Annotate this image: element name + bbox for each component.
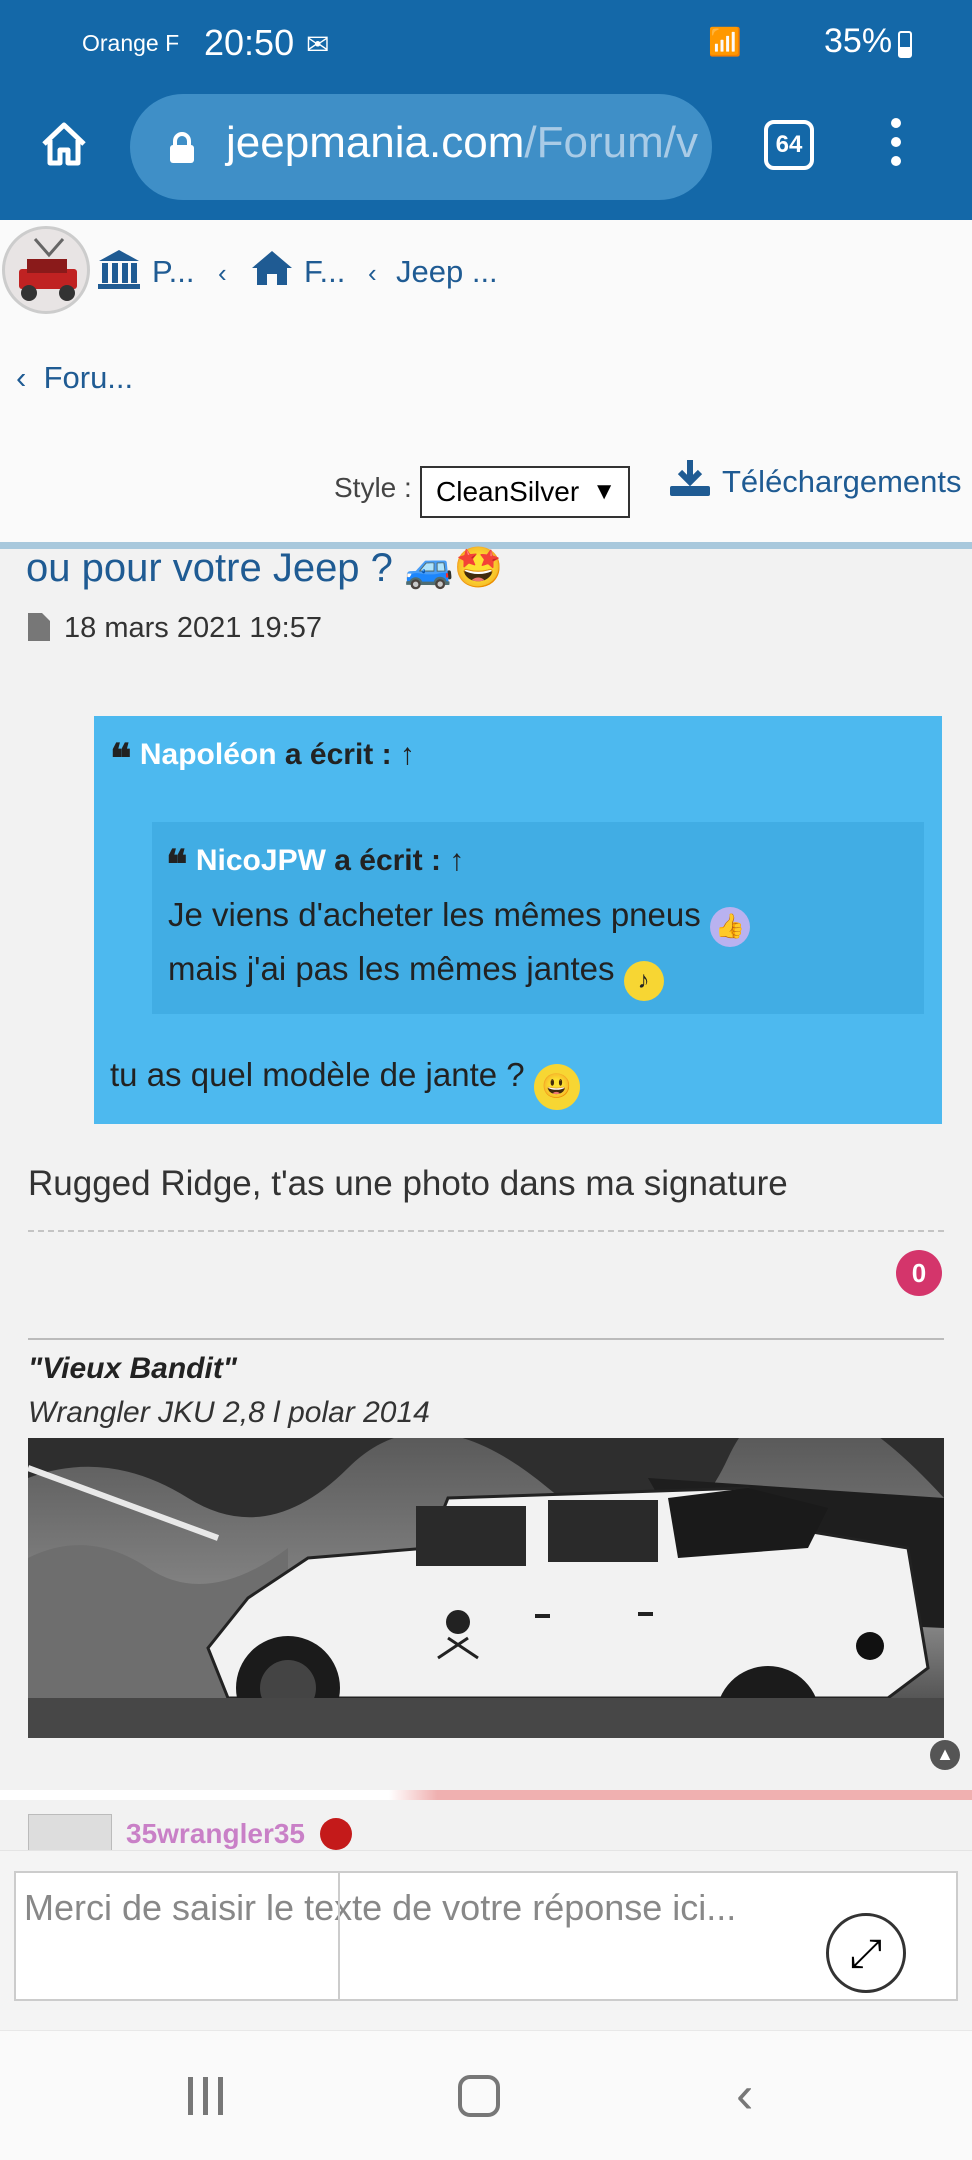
quote-inner-line2-text: mais j'ai pas les mêmes jantes	[168, 950, 624, 987]
android-nav-bar: ‹	[0, 2030, 972, 2160]
signature-vehicle: Wrangler JKU 2,8 l polar 2014	[28, 1396, 430, 1429]
signature-jeep-photo[interactable]	[28, 1438, 944, 1738]
carrier-label: Orange F	[82, 30, 180, 56]
lock-icon	[170, 132, 194, 163]
downloads-link[interactable]: Téléchargements	[668, 458, 962, 500]
post-title: ou pour votre Jeep ? 🚙🤩	[26, 546, 504, 590]
clock: 20:50	[204, 22, 295, 63]
phone-screen: Orange F 20:50 ✉ 📶 35% jeepmania.com/For…	[0, 0, 972, 2160]
battery-level: 35%	[824, 22, 893, 60]
post-body-text: Rugged Ridge, t'as une photo dans ma sig…	[28, 1164, 788, 1203]
quote-outer-text-content: tu as quel modèle de jante ?	[110, 1056, 534, 1093]
quote-icon: ❝	[110, 737, 132, 781]
quote-inner-wrote[interactable]: a écrit : ↑	[326, 844, 464, 877]
browser-toolbar: jeepmania.com/Forum/v 64	[0, 90, 972, 220]
tab-switcher-button[interactable]: 64	[764, 120, 814, 170]
offline-status-icon	[320, 1818, 352, 1850]
like-count-badge[interactable]: 0	[896, 1250, 942, 1296]
museum-icon[interactable]	[96, 246, 142, 292]
url-domain: jeepmania.com	[226, 118, 525, 167]
post-date: 18 mars 2021 19:57	[28, 612, 322, 645]
reply-placeholder: Merci de saisir le texte de votre répons…	[24, 1887, 737, 1928]
download-icon	[670, 460, 710, 496]
quote-icon: ❝	[166, 843, 188, 887]
style-select[interactable]: CleanSilver ▼	[420, 466, 630, 518]
quote-outer-author[interactable]: Napoléon	[140, 738, 277, 771]
quote-outer-text: tu as quel modèle de jante ? 😃	[110, 1056, 580, 1110]
site-logo[interactable]	[2, 226, 90, 314]
mail-notification-icon: ✉	[306, 29, 330, 60]
forum-back-link[interactable]: ‹ Foru...	[16, 360, 133, 396]
home-button-icon[interactable]	[458, 2075, 500, 2117]
quote-block-outer: ❝ Napoléon a écrit : ↑ ❝ NicoJPW a écrit…	[94, 716, 942, 1124]
breadcrumb-item-1[interactable]: P...	[152, 254, 195, 290]
expand-editor-icon[interactable]: ⤢	[826, 1913, 906, 1993]
forum-back-label: Foru...	[43, 360, 134, 395]
next-post-avatar[interactable]	[28, 1814, 112, 1852]
signature-name: "Vieux Bandit"	[28, 1352, 238, 1385]
recent-apps-icon[interactable]	[188, 2077, 233, 2120]
style-select-value: CleanSilver	[436, 476, 580, 507]
quote-inner-author[interactable]: NicoJPW	[196, 844, 326, 877]
status-bar: Orange F 20:50 ✉ 📶 35%	[0, 0, 972, 90]
jeep-logo-icon	[19, 238, 77, 301]
quote-inner-line2: mais j'ai pas les mêmes jantes ♪	[168, 950, 664, 1001]
breadcrumb-item-3[interactable]: Jeep ...	[396, 254, 498, 290]
back-icon[interactable]: ‹	[736, 2065, 753, 2125]
signal-icons: 📶	[708, 27, 744, 57]
battery-icon	[898, 31, 912, 58]
smiley-icon: 😃	[533, 1064, 580, 1110]
forum-header: P... ‹ F... ‹ Jeep ... ‹ Foru... Style :…	[0, 220, 972, 546]
thumbs-up-smiley-icon: 👍	[709, 907, 750, 947]
reply-textarea[interactable]: Merci de saisir le texte de votre répons…	[14, 1871, 958, 2001]
whistling-smiley-icon: ♪	[623, 961, 664, 1001]
signature-divider	[28, 1338, 944, 1340]
quote-inner-header: ❝ NicoJPW a écrit : ↑	[166, 842, 464, 888]
home-icon[interactable]	[250, 248, 294, 288]
quote-outer-header: ❝ Napoléon a écrit : ↑	[110, 736, 415, 782]
next-post-username[interactable]: 35wrangler35	[126, 1818, 305, 1850]
url-path: /Forum/v	[524, 118, 698, 167]
style-label: Style :	[334, 472, 412, 503]
quote-block-inner: ❝ NicoJPW a écrit : ↑ Je viens d'acheter…	[152, 822, 924, 1014]
divider	[28, 1230, 944, 1232]
scroll-to-top-button[interactable]: ▲	[930, 1740, 960, 1770]
dropdown-arrow-icon: ▼	[592, 478, 616, 505]
address-bar[interactable]: jeepmania.com/Forum/v	[130, 94, 712, 200]
next-post-separator	[0, 1790, 972, 1800]
downloads-label: Téléchargements	[722, 464, 962, 499]
document-icon	[28, 613, 50, 641]
textarea-divider	[338, 1871, 340, 2001]
breadcrumb-separator: ‹	[368, 258, 377, 288]
quote-inner-line1: Je viens d'acheter les mêmes pneus 👍	[168, 896, 750, 947]
home-icon[interactable]	[38, 118, 90, 170]
post-date-text: 18 mars 2021 19:57	[64, 612, 322, 644]
breadcrumb-item-2[interactable]: F...	[304, 254, 345, 290]
breadcrumb-separator: ‹	[218, 258, 227, 288]
quote-inner-line1-text: Je viens d'acheter les mêmes pneus	[168, 896, 710, 933]
quick-reply-panel: Merci de saisir le texte de votre répons…	[0, 1850, 972, 2030]
overflow-menu-icon[interactable]	[884, 118, 908, 174]
quote-outer-wrote[interactable]: a écrit : ↑	[277, 738, 415, 771]
url-text: jeepmania.com/Forum/v	[226, 118, 698, 168]
